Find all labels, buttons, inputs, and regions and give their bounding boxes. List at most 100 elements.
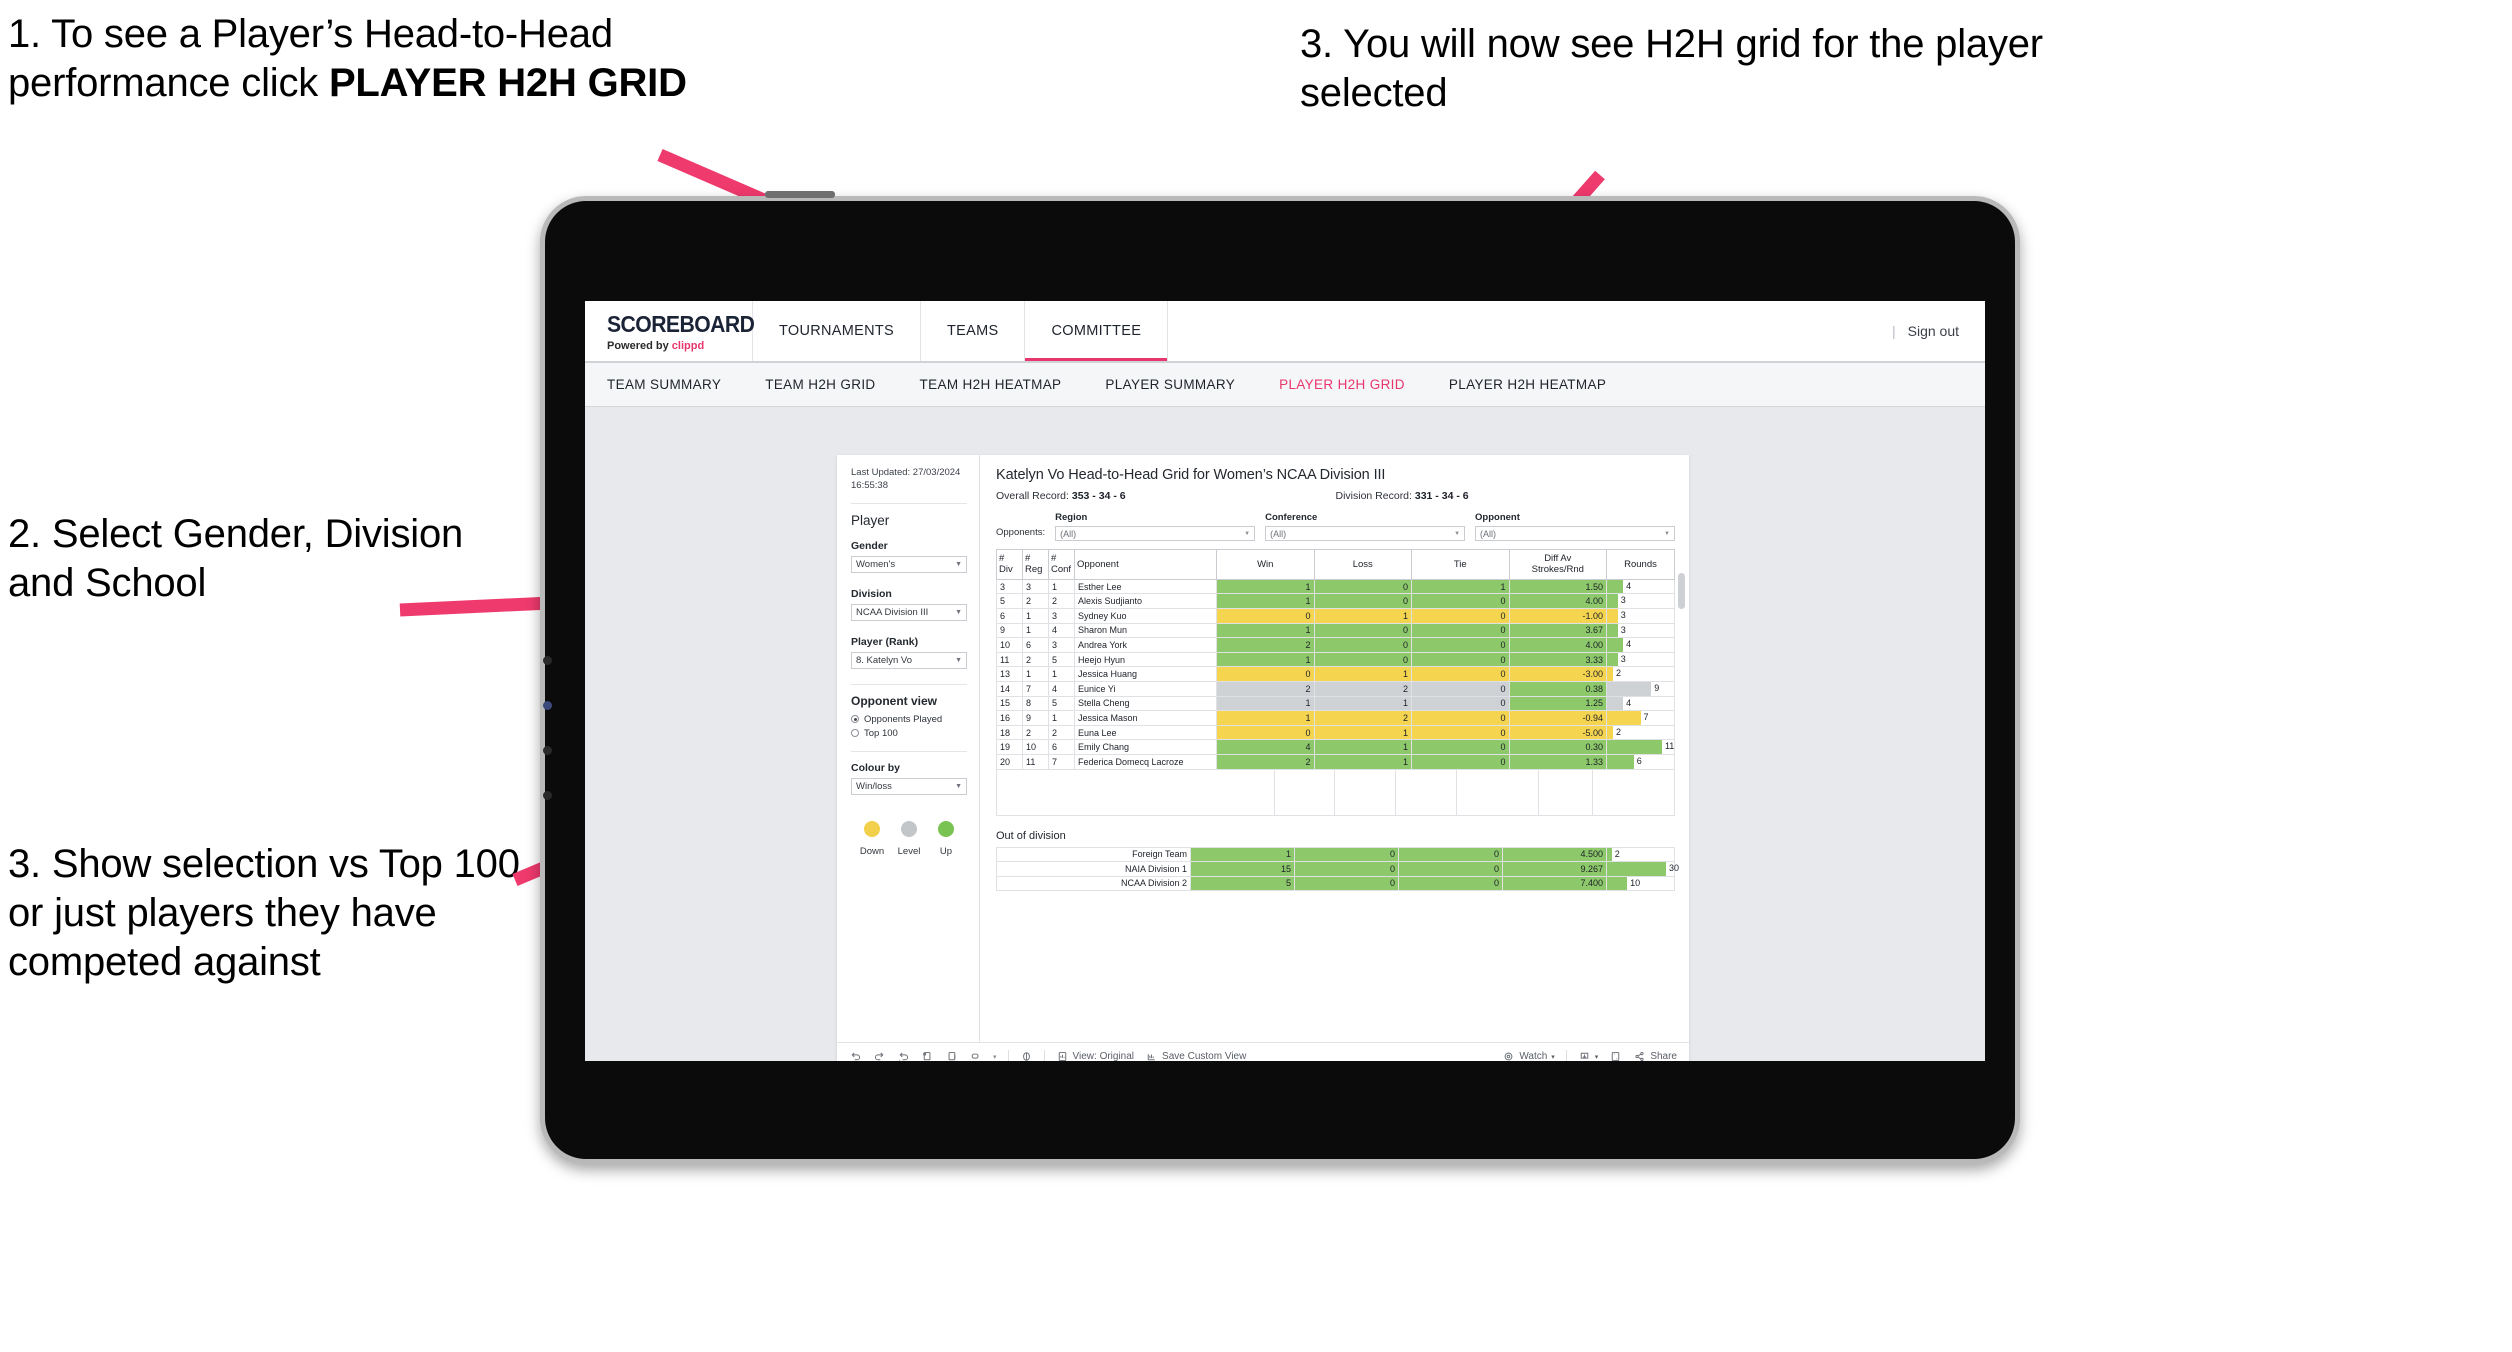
th-conf: # Conf: [1048, 549, 1075, 580]
cell-tie: 0: [1411, 607, 1510, 624]
app-logo[interactable]: SCOREBOARD Powered by clippd: [585, 301, 755, 361]
cell-rounds: 2: [1606, 846, 1675, 863]
tab-player-h2h-grid[interactable]: PLAYER H2H GRID: [1279, 377, 1405, 392]
filter-panel-title: Player: [851, 512, 890, 528]
tab-player-summary[interactable]: PLAYER SUMMARY: [1105, 377, 1235, 392]
tab-team-summary[interactable]: TEAM SUMMARY: [607, 377, 721, 392]
division-record-label: Division Record:: [1335, 490, 1412, 502]
opponent-select[interactable]: (All) ▼: [1475, 526, 1675, 541]
filler-cell: [997, 769, 1275, 815]
side-dot-3: [543, 746, 552, 755]
undo-icon[interactable]: [849, 1050, 862, 1061]
alerts-icon[interactable]: [969, 1050, 982, 1061]
table-scrollbar[interactable]: [1678, 573, 1685, 609]
chevron-down-icon: ▼: [1244, 530, 1251, 537]
rounds-value: 6: [1636, 755, 1642, 766]
cell-diff: 4.00: [1508, 637, 1607, 653]
side-dot-1: [543, 656, 552, 665]
nav-teams[interactable]: TEAMS: [921, 301, 1026, 361]
rounds-bar: [1607, 876, 1628, 891]
fullscreen-icon[interactable]: [1609, 1050, 1622, 1061]
download-button[interactable]: ▾: [1578, 1050, 1598, 1061]
gender-select[interactable]: Women's ▼: [851, 555, 967, 573]
out-of-division-row[interactable]: NCAA Division 2 5 0 0 7.400 10: [996, 875, 1675, 892]
region-label: Region: [1055, 512, 1088, 523]
cell-win: 0: [1216, 607, 1315, 624]
table-row[interactable]: 9 1 4 Sharon Mun 1 0 0 3.67 3: [996, 622, 1675, 639]
watch-button[interactable]: Watch ▾: [1502, 1050, 1555, 1061]
redo-icon[interactable]: [873, 1050, 886, 1061]
colour-by-select[interactable]: Win/loss ▼: [851, 777, 967, 795]
table-row[interactable]: 6 1 3 Sydney Kuo 0 1 0 -1.00 3: [996, 607, 1675, 624]
out-of-division-body: Foreign Team 1 0 0 4.500 2 NAIA Division 1 15 0 0…: [996, 846, 1679, 892]
table-row[interactable]: 14 7 4 Eunice Yi 2 2 0 0.38 9: [996, 680, 1675, 697]
tab-player-h2h-heatmap[interactable]: PLAYER H2H HEATMAP: [1449, 377, 1606, 392]
viz-content: Katelyn Vo Head-to-Head Grid for Women’s…: [980, 455, 1689, 1042]
revert-icon[interactable]: [897, 1050, 910, 1061]
pause-icon[interactable]: [945, 1050, 958, 1061]
table-row[interactable]: 11 2 5 Heejo Hyun 1 0 0 3.33 3: [996, 651, 1675, 668]
cell-rounds: 3: [1606, 607, 1675, 624]
opponent-value: (All): [1480, 528, 1497, 539]
rounds-value: 2: [1614, 848, 1620, 859]
save-custom-view-label: Save Custom View: [1162, 1051, 1247, 1061]
th-reg: # Reg: [1022, 549, 1049, 580]
cell-loss: 0: [1294, 875, 1399, 892]
cell-win: 1: [1216, 622, 1315, 639]
region-select[interactable]: (All) ▼: [1055, 526, 1256, 541]
table-row[interactable]: 15 8 5 Stella Cheng 1 1 0 1.25 4: [996, 695, 1675, 712]
sheet-body: Last Updated: 27/03/2024 16:55:38 Player…: [837, 455, 1689, 1042]
h2h-table-filler: [996, 769, 1675, 816]
cell-div: 16: [996, 710, 1023, 726]
save-custom-view-button[interactable]: Save Custom View: [1145, 1050, 1246, 1061]
table-row[interactable]: 20 11 7 Federica Domecq Lacroze 2 1 0 1.33 6: [996, 753, 1675, 770]
annotation-step-1: 1. To see a Player’s Head-to-Head perfor…: [8, 10, 748, 108]
cell-rounds: 30: [1606, 861, 1679, 877]
legend-label-up: Up: [939, 845, 953, 857]
radio-top-100[interactable]: Top 100: [851, 728, 967, 739]
cell-win: 1: [1216, 695, 1315, 712]
table-row[interactable]: 16 9 1 Jessica Mason 1 2 0 -0.94 7: [996, 710, 1675, 726]
cell-tie: 0: [1398, 846, 1503, 863]
nav-tournaments[interactable]: TOURNAMENTS: [753, 301, 922, 361]
power-button[interactable]: [765, 191, 835, 198]
refresh-icon[interactable]: [921, 1050, 934, 1061]
tab-team-h2h-grid[interactable]: TEAM H2H GRID: [765, 377, 875, 392]
table-row[interactable]: 10 6 3 Andrea York 2 0 0 4.00 4: [996, 637, 1675, 653]
table-row[interactable]: 13 1 1 Jessica Huang 0 1 0 -3.00 2: [996, 666, 1675, 682]
h2h-header-row: # Div # Reg # Conf Opponent Win Loss Tie…: [996, 549, 1675, 580]
cell-loss: 0: [1294, 846, 1399, 863]
th-rounds: Rounds: [1606, 549, 1675, 580]
division-select[interactable]: NCAA Division III ▼: [851, 603, 967, 621]
cell-diff: 0.30: [1508, 739, 1607, 755]
conference-value: (All): [1270, 528, 1287, 539]
view-original-button[interactable]: View: Original: [1056, 1050, 1134, 1061]
chevron-down-icon[interactable]: ▾: [993, 1053, 997, 1061]
share-icon: [1633, 1050, 1646, 1061]
cell-diff: 3.67: [1508, 622, 1607, 639]
cell-div: 5: [996, 593, 1023, 609]
cell-tie: 0: [1411, 724, 1510, 741]
pause-auto-update-icon[interactable]: [1020, 1050, 1033, 1061]
rounds-bar: [1607, 579, 1624, 594]
table-row[interactable]: 5 2 2 Alexis Sudjianto 1 0 0 4.00 3: [996, 593, 1675, 609]
out-of-division-row[interactable]: Foreign Team 1 0 0 4.500 2: [996, 846, 1675, 863]
nav-committee[interactable]: COMMITTEE: [1025, 301, 1169, 361]
sign-out-link[interactable]: Sign out: [1908, 323, 1959, 339]
cell-reg: 1: [1022, 607, 1049, 624]
viz-canvas: Last Updated: 27/03/2024 16:55:38 Player…: [585, 407, 1985, 1061]
cell-conf: 1: [1048, 710, 1075, 726]
out-of-division-row[interactable]: NAIA Division 1 15 0 0 9.267 30: [996, 861, 1679, 877]
radio-opponents-played[interactable]: Opponents Played: [851, 714, 967, 725]
cell-conf: 7: [1048, 753, 1075, 770]
tab-team-h2h-heatmap[interactable]: TEAM H2H HEATMAP: [920, 377, 1062, 392]
rounds-value: 30: [1668, 863, 1679, 874]
table-row[interactable]: 3 3 1 Esther Lee 1 0 1 1.50 4: [996, 578, 1675, 595]
conference-select[interactable]: (All) ▼: [1265, 526, 1466, 541]
table-row[interactable]: 18 2 2 Euna Lee 0 1 0 -5.00 2: [996, 724, 1675, 741]
share-button[interactable]: Share: [1633, 1050, 1677, 1061]
chevron-down-icon: ▼: [1454, 530, 1461, 537]
player-rank-select[interactable]: 8. Katelyn Vo ▼: [851, 651, 967, 669]
table-row[interactable]: 19 10 6 Emily Chang 4 1 0 0.30 11: [996, 739, 1675, 755]
cell-win: 5: [1190, 875, 1295, 892]
